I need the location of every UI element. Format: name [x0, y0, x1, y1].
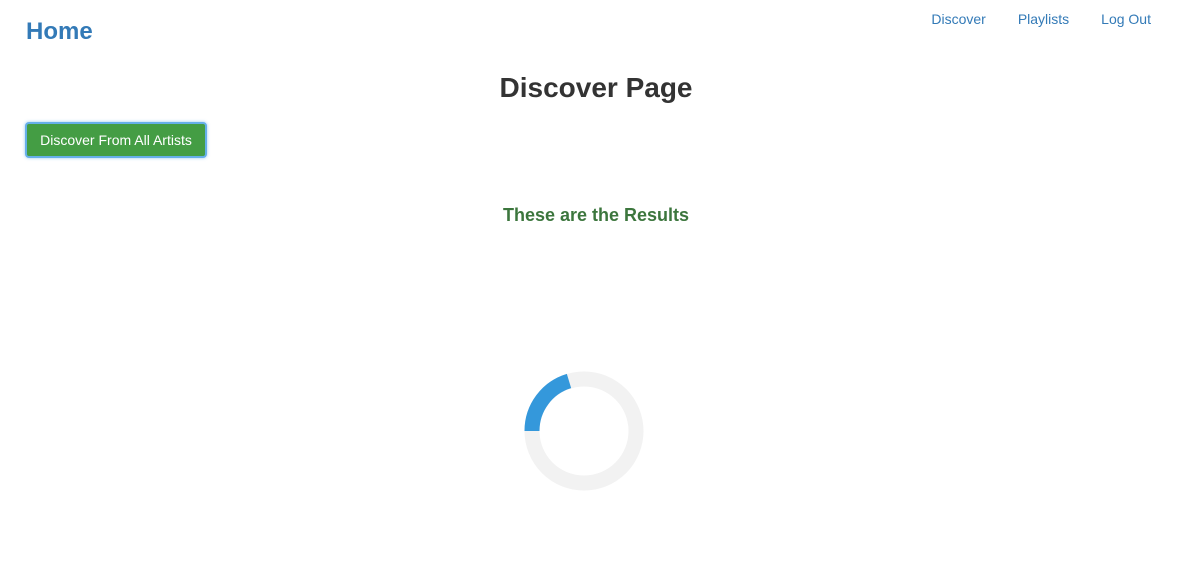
nav-discover-link[interactable]: Discover: [899, 11, 985, 27]
loading-spinner-icon: [524, 371, 644, 491]
nav-playlists-link[interactable]: Playlists: [986, 11, 1069, 27]
discover-all-artists-button[interactable]: Discover From All Artists: [25, 122, 207, 158]
page-title: Discover Page: [499, 72, 693, 103]
spinner-arc: [524, 373, 572, 432]
home-link[interactable]: Home: [26, 18, 93, 46]
results-heading: These are the Results: [502, 205, 690, 225]
discover-page: Home Discover Playlists Log Out Discover…: [0, 0, 1199, 578]
loading-spinner-graphic: [524, 371, 644, 491]
nav-logout-link[interactable]: Log Out: [1069, 11, 1151, 27]
top-nav: Discover Playlists Log Out: [899, 11, 1151, 27]
